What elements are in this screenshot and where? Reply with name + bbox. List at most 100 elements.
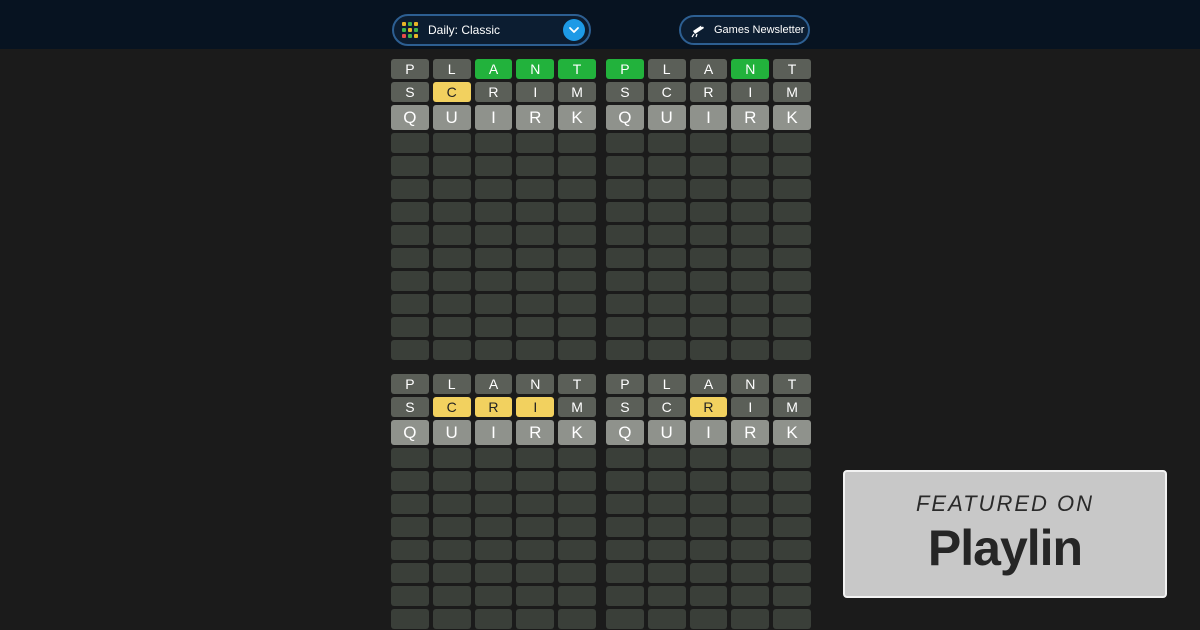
- empty-row: [606, 517, 811, 537]
- empty-tile: [773, 271, 811, 291]
- empty-row: [606, 609, 811, 629]
- empty-tile: [516, 563, 555, 583]
- empty-tile: [731, 494, 770, 514]
- chevron-down-icon[interactable]: [563, 19, 585, 41]
- board-bottom-left: PLANTSCRIMQUIRK: [391, 374, 596, 630]
- empty-tile: [474, 540, 513, 560]
- empty-tile: [689, 248, 728, 268]
- empty-tile: [391, 517, 429, 537]
- empty-tile: [516, 225, 555, 245]
- featured-badge[interactable]: FEATURED ON Playlin: [843, 470, 1167, 598]
- empty-tile: [731, 471, 770, 491]
- empty-row: [391, 248, 596, 268]
- letter-tile: R: [474, 82, 513, 102]
- empty-tile: [432, 471, 471, 491]
- empty-tile: [689, 202, 728, 222]
- empty-tile: [474, 133, 513, 153]
- empty-tile: [731, 448, 770, 468]
- empty-tile: [689, 517, 728, 537]
- empty-tile: [516, 294, 555, 314]
- letter-tile: T: [558, 374, 596, 394]
- empty-tile: [773, 540, 811, 560]
- empty-tile: [474, 494, 513, 514]
- empty-row: [606, 586, 811, 606]
- empty-tile: [391, 609, 429, 629]
- empty-tile: [432, 494, 471, 514]
- guess-row: SCRIM: [391, 397, 596, 417]
- empty-tile: [647, 609, 686, 629]
- letter-tile: K: [558, 105, 596, 130]
- icon-dot: [414, 22, 418, 26]
- icon-dot: [402, 34, 406, 38]
- empty-tile: [647, 471, 686, 491]
- mode-select[interactable]: Daily: Classic: [392, 14, 591, 46]
- empty-tile: [474, 248, 513, 268]
- empty-tile: [647, 340, 686, 360]
- empty-tile: [606, 294, 644, 314]
- empty-tile: [689, 271, 728, 291]
- empty-tile: [773, 202, 811, 222]
- empty-tile: [558, 340, 596, 360]
- letter-tile: N: [731, 374, 770, 394]
- letter-tile: U: [647, 420, 686, 445]
- letter-tile: L: [647, 59, 686, 79]
- empty-tile: [606, 471, 644, 491]
- empty-row: [391, 609, 596, 629]
- empty-tile: [474, 294, 513, 314]
- empty-tile: [773, 340, 811, 360]
- board-top-left: PLANTSCRIMQUIRK: [391, 59, 596, 363]
- empty-tile: [647, 517, 686, 537]
- empty-row: [391, 586, 596, 606]
- empty-tile: [647, 586, 686, 606]
- guess-row: QUIRK: [391, 105, 596, 130]
- letter-tile: M: [558, 82, 596, 102]
- empty-tile: [432, 340, 471, 360]
- letter-tile: I: [689, 105, 728, 130]
- empty-tile: [689, 156, 728, 176]
- letter-tile: U: [432, 105, 471, 130]
- empty-tile: [516, 248, 555, 268]
- empty-row: [606, 494, 811, 514]
- empty-tile: [689, 540, 728, 560]
- empty-tile: [606, 448, 644, 468]
- empty-tile: [647, 494, 686, 514]
- empty-tile: [474, 517, 513, 537]
- empty-tile: [432, 517, 471, 537]
- empty-row: [391, 294, 596, 314]
- empty-tile: [731, 317, 770, 337]
- empty-tile: [558, 448, 596, 468]
- empty-tile: [474, 448, 513, 468]
- empty-tile: [558, 540, 596, 560]
- empty-tile: [391, 317, 429, 337]
- empty-tile: [558, 494, 596, 514]
- empty-row: [606, 540, 811, 560]
- empty-tile: [773, 563, 811, 583]
- empty-tile: [516, 586, 555, 606]
- empty-tile: [558, 156, 596, 176]
- empty-tile: [689, 471, 728, 491]
- empty-tile: [558, 586, 596, 606]
- letter-tile: R: [689, 82, 728, 102]
- empty-tile: [773, 248, 811, 268]
- letter-tile: R: [689, 397, 728, 417]
- empty-tile: [731, 294, 770, 314]
- newsletter-button[interactable]: Games Newsletter: [679, 15, 810, 45]
- empty-tile: [391, 133, 429, 153]
- empty-tile: [689, 494, 728, 514]
- empty-tile: [558, 133, 596, 153]
- empty-tile: [432, 294, 471, 314]
- empty-tile: [474, 317, 513, 337]
- empty-row: [606, 156, 811, 176]
- empty-tile: [689, 563, 728, 583]
- empty-tile: [606, 179, 644, 199]
- empty-tile: [516, 340, 555, 360]
- empty-row: [391, 563, 596, 583]
- empty-tile: [606, 271, 644, 291]
- letter-tile: S: [606, 397, 644, 417]
- empty-tile: [516, 179, 555, 199]
- icon-dot: [402, 22, 406, 26]
- board-top-right: PLANTSCRIMQUIRK: [606, 59, 811, 363]
- empty-tile: [432, 202, 471, 222]
- letter-tile: K: [773, 105, 811, 130]
- empty-tile: [606, 225, 644, 245]
